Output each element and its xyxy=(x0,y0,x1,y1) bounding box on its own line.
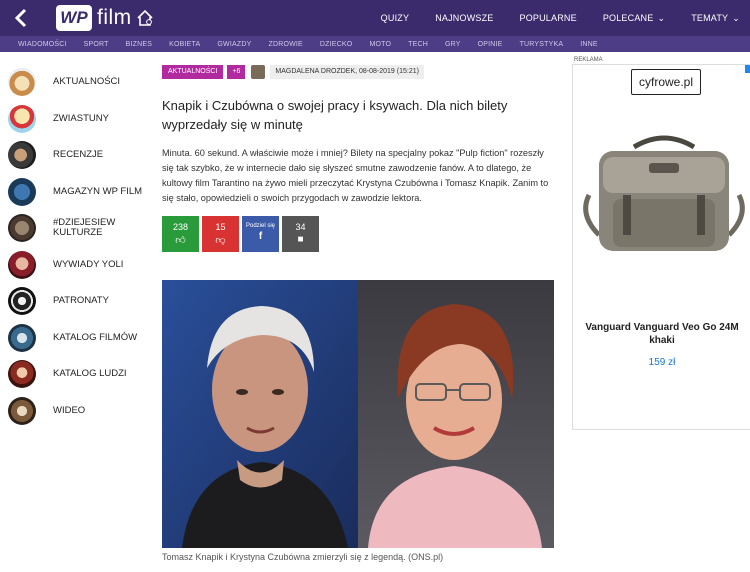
share-label: Podziel się xyxy=(245,223,275,229)
sidebar-item-label: KATALOG LUDZI xyxy=(53,368,127,380)
sidebar-item-zwiastuny[interactable]: ZWIASTUNY xyxy=(8,101,158,138)
reaction-bar: 238 👍︎ 15 👎︎ Podziel się f 34 ■ xyxy=(162,216,554,252)
author-avatar xyxy=(251,65,266,79)
category-opinie[interactable]: OPINIE xyxy=(478,41,503,48)
category-gwiazdy[interactable]: GWIAZDY xyxy=(217,41,251,48)
clapperboard-icon xyxy=(8,177,36,206)
home-icon[interactable] xyxy=(136,9,154,27)
sidebar-item-kultura[interactable]: #DZIEJESIEW KULTURZE xyxy=(8,210,158,247)
downvote-button[interactable]: 15 👎︎ xyxy=(202,216,239,252)
film-reel-icon xyxy=(8,287,36,316)
category-biznes[interactable]: BIZNES xyxy=(126,41,152,48)
sidebar-item-label: ZWIASTUNY xyxy=(53,112,109,124)
camera-bag-image[interactable] xyxy=(579,125,749,275)
sidebar-item-label: PATRONATY xyxy=(53,295,109,307)
sidebar-item-aktualnosci[interactable]: AKTUALNOŚCI xyxy=(8,64,158,101)
reviews-icon xyxy=(8,141,36,170)
category-bar: WIADOMOŚCI SPORT BIZNES KOBIETA GWIAZDY … xyxy=(0,36,750,52)
category-tech[interactable]: TECH xyxy=(408,41,428,48)
sidebar-item-wywiady[interactable]: WYWIADY YOLI xyxy=(8,247,158,284)
people-catalog-icon xyxy=(8,360,36,389)
category-moto[interactable]: MOTO xyxy=(369,41,391,48)
nav-tematy[interactable]: TEMATY ⌄ xyxy=(691,13,740,24)
sidebar-item-katalog-filmow[interactable]: KATALOG FILMÓW xyxy=(8,320,158,357)
sidebar-item-wideo[interactable]: WIDEO xyxy=(8,393,158,430)
news-icon xyxy=(8,68,36,97)
sidebar-item-magazyn[interactable]: MAGAZYN WP FILM xyxy=(8,174,158,211)
film-logo-text: film xyxy=(97,6,132,29)
sidebar-item-label: RECENZJE xyxy=(53,149,104,161)
facebook-share-button[interactable]: Podziel się f xyxy=(242,216,279,252)
video-icon xyxy=(8,396,36,425)
upvote-button[interactable]: 238 👍︎ xyxy=(162,216,199,252)
wp-logo-mark: WP xyxy=(56,5,92,31)
nav-najnowsze[interactable]: NAJNOWSZE xyxy=(435,13,493,23)
nav-polecane-label: POLECANE xyxy=(602,12,654,23)
photo-caption: Tomasz Knapik i Krystyna Czubówna zmierz… xyxy=(162,552,444,562)
nav-polecane[interactable]: POLECANE ⌄ xyxy=(603,13,665,24)
ad-product-title[interactable]: Vanguard Vanguard Veo Go 24M khaki xyxy=(573,321,750,347)
comment-icon: ■ xyxy=(297,234,304,245)
cyfrowe-logo: cyfrowe.pl xyxy=(631,69,701,95)
ad-price: 159 zł xyxy=(648,357,676,368)
thumbs-down-icon: 👎︎ xyxy=(215,235,226,246)
category-gry[interactable]: GRY xyxy=(445,41,461,48)
category-kobieta[interactable]: KOBIETA xyxy=(169,41,200,48)
sidebar-nav: AKTUALNOŚCI ZWIASTUNY RECENZJE MAGAZYN W… xyxy=(8,64,158,429)
category-zdrowie[interactable]: ZDROWIE xyxy=(268,41,302,48)
thumbs-up-icon: 👍︎ xyxy=(175,235,186,246)
sidebar-item-patronaty[interactable]: PATRONATY xyxy=(8,283,158,320)
nav-popularne[interactable]: POPULARNE xyxy=(520,13,577,23)
wp-film-logo[interactable]: WP film xyxy=(56,5,154,31)
nav-tematy-label: TEMATY xyxy=(691,12,729,23)
popcorn-icon xyxy=(8,104,36,133)
back-arrow-icon[interactable] xyxy=(14,8,36,28)
sidebar-item-label: AKTUALNOŚCI xyxy=(53,76,121,88)
ad-label: REKLAMA xyxy=(574,57,603,63)
ad-choices-icon[interactable] xyxy=(745,65,750,73)
more-tags-badge[interactable]: +6 xyxy=(227,65,246,79)
article-meta: AKTUALNOŚCI +6 MAGDALENA DROZDEK, 08-08-… xyxy=(162,64,554,80)
article-headline: Knapik i Czubówna o swojej pracy i ksywa… xyxy=(162,98,508,132)
article-lead: Minuta. 60 sekund. A właściwie może i mn… xyxy=(162,148,549,203)
category-tag[interactable]: AKTUALNOŚCI xyxy=(162,65,224,79)
upvote-count: 238 xyxy=(172,222,189,232)
category-wiadomosci[interactable]: WIADOMOŚCI xyxy=(18,41,67,48)
chevron-down-icon: ⌄ xyxy=(732,12,740,23)
sidebar-item-katalog-ludzi[interactable]: KATALOG LUDZI xyxy=(8,356,158,393)
category-turystyka[interactable]: TURYSTYKA xyxy=(520,41,564,48)
film-catalog-icon xyxy=(8,323,36,352)
category-sport[interactable]: SPORT xyxy=(84,41,109,48)
downvote-count: 15 xyxy=(215,222,226,232)
sidebar-item-label: WYWIADY YOLI xyxy=(53,258,124,270)
comments-count: 34 xyxy=(295,222,306,232)
nav-quizy[interactable]: QUIZY xyxy=(381,13,410,23)
main-nav: QUIZY NAJNOWSZE POPULARNE POLECANE ⌄ TEMA… xyxy=(355,0,740,36)
interview-icon xyxy=(8,250,36,279)
advertisement[interactable]: cyfrowe.pl Vanguard Vanguard Veo Go 24M … xyxy=(572,64,750,430)
sidebar-item-label: KATALOG FILMÓW xyxy=(53,331,138,343)
article: AKTUALNOŚCI +6 MAGDALENA DROZDEK, 08-08-… xyxy=(162,64,554,252)
author-byline: MAGDALENA DROZDEK, 08-08-2019 (15:21) xyxy=(270,65,424,79)
chevron-down-icon: ⌄ xyxy=(657,12,666,23)
sidebar-item-label: WIDEO xyxy=(53,404,86,416)
category-inne[interactable]: INNE xyxy=(580,41,598,48)
facebook-icon: f xyxy=(258,231,263,242)
sidebar-item-label: #DZIEJESIEW KULTURZE xyxy=(53,217,116,239)
top-header: WP film QUIZY NAJNOWSZE POPULARNE POLECA… xyxy=(0,0,750,36)
culture-icon xyxy=(8,214,36,243)
article-photo[interactable] xyxy=(162,280,554,548)
sidebar-item-label: MAGAZYN WP FILM xyxy=(53,185,143,197)
sidebar-item-recenzje[interactable]: RECENZJE xyxy=(8,137,158,174)
category-dziecko[interactable]: DZIECKO xyxy=(320,41,353,48)
comments-button[interactable]: 34 ■ xyxy=(282,216,319,252)
